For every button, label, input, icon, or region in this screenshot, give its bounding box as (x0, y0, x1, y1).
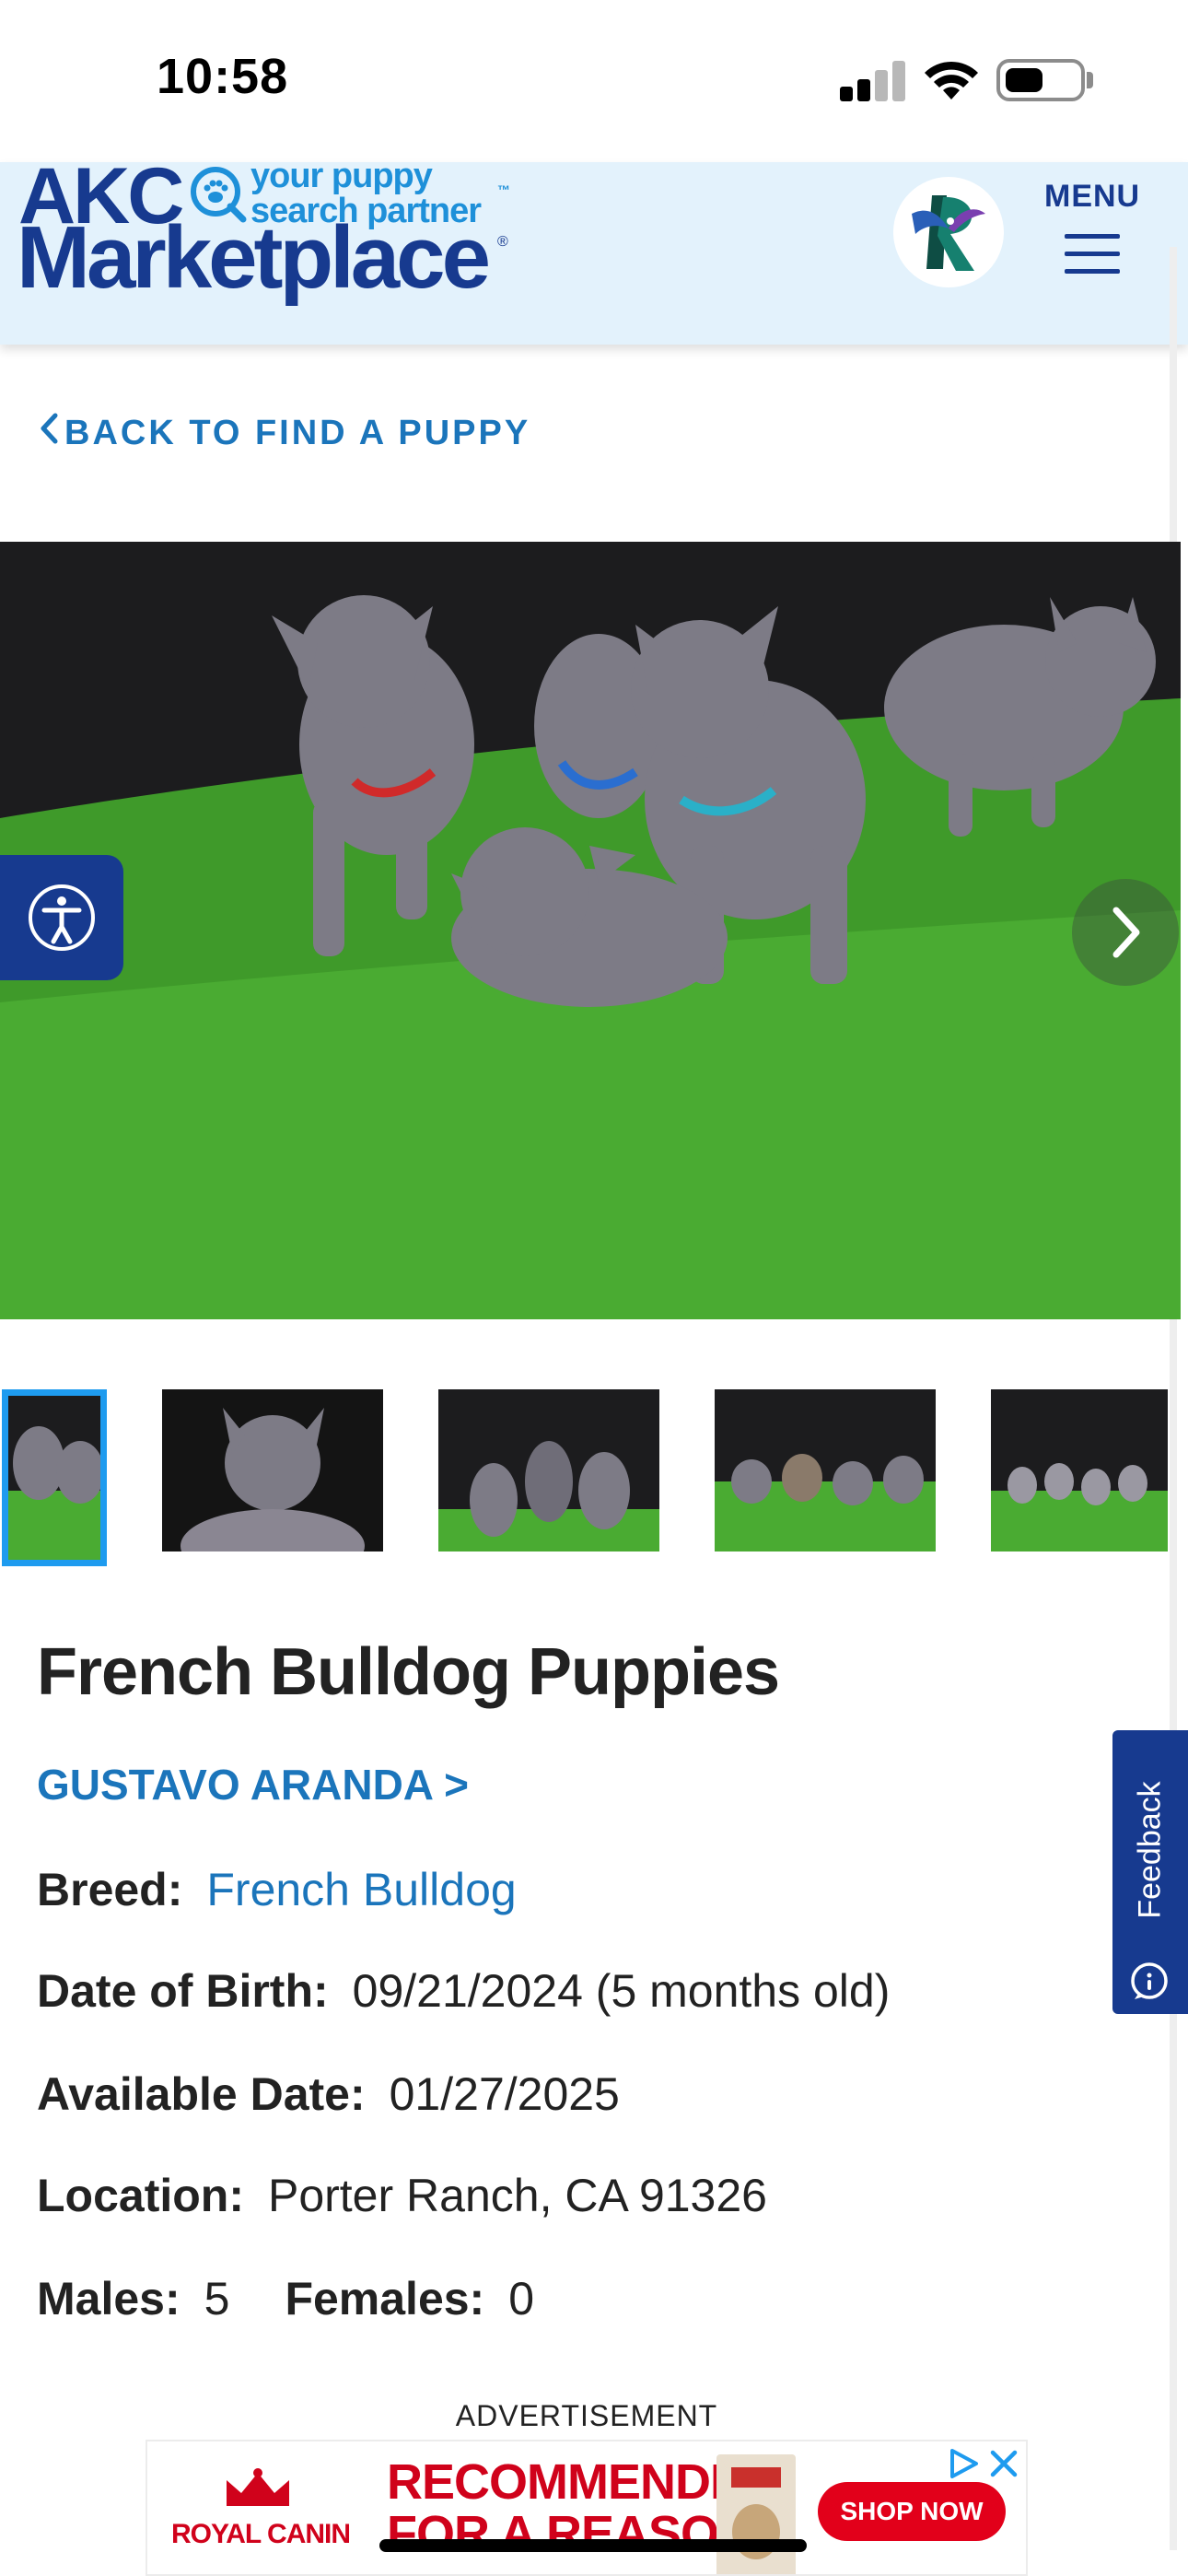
breed-link[interactable]: French Bulldog (206, 1864, 516, 1915)
ad-product-image (716, 2454, 796, 2574)
home-indicator[interactable] (379, 2539, 807, 2552)
signal-icon (840, 61, 906, 101)
chevron-right-icon (1112, 907, 1140, 958)
thumbnail-2[interactable] (162, 1389, 383, 1551)
feedback-label: Feedback (1132, 1781, 1168, 1919)
breed-label: Breed: (37, 1864, 183, 1915)
ad-brand: ROYAL CANIN (171, 2519, 351, 2549)
crown-icon (227, 2468, 289, 2506)
breeder-avatar[interactable] (893, 177, 1004, 287)
menu-icon[interactable] (1065, 234, 1120, 275)
thumbnail-3[interactable] (438, 1389, 659, 1551)
registered-mark: ® (497, 234, 508, 250)
trademark-mark: ™ (497, 182, 510, 197)
date-of-birth-value: 09/21/2024 (5 months old) (352, 1965, 891, 2017)
accessibility-icon (29, 884, 95, 951)
location-value: Porter Ranch, CA 91326 (267, 2170, 767, 2221)
males-value: 5 (204, 2273, 230, 2324)
females-value: 0 (508, 2273, 535, 2324)
battery-tip (1087, 72, 1093, 88)
available-date-label: Available Date: (37, 2068, 366, 2120)
site-header: AKC your puppy search partner ™ Marketpl… (0, 157, 1188, 345)
breeder-link[interactable]: GUSTAVO ARANDA > (37, 1760, 469, 1809)
thumbnail-4[interactable] (715, 1389, 936, 1551)
breed-row: Breed: French Bulldog (37, 1863, 517, 1916)
feedback-icon (1131, 1962, 1168, 1999)
gallery-next-button[interactable] (1072, 879, 1179, 986)
chevron-left-icon (39, 413, 59, 453)
logo-tagline-line1: your puppy (250, 157, 433, 195)
location-label: Location: (37, 2170, 244, 2221)
back-link-label: BACK TO FIND A PUPPY (64, 414, 531, 452)
back-to-find-puppy-link[interactable]: BACK TO FIND A PUPPY (39, 413, 530, 453)
date-of-birth-row: Date of Birth: 09/21/2024 (5 months old) (37, 1964, 890, 2018)
battery-icon (996, 59, 1085, 101)
available-date-row: Available Date: 01/27/2025 (37, 2067, 620, 2121)
breeder-logo-icon (912, 195, 985, 271)
hero-photo[interactable] (0, 542, 1181, 1319)
accessibility-button[interactable] (0, 855, 123, 980)
shop-now-button[interactable]: SHOP NOW (818, 2482, 1006, 2541)
status-time: 10:58 (157, 49, 289, 104)
advertisement-label: ADVERTISEMENT (455, 2399, 718, 2432)
wifi-icon (925, 61, 978, 100)
available-date-value: 01/27/2025 (389, 2068, 620, 2120)
logo-marketplace[interactable]: Marketplace (17, 214, 491, 302)
gallery-thumbnails (0, 1389, 1188, 1566)
close-icon[interactable] (987, 2447, 1020, 2480)
thumbnail-1[interactable] (2, 1389, 107, 1566)
ad-choices-icon[interactable] (945, 2447, 982, 2480)
status-bar: 10:58 (0, 0, 1188, 162)
feedback-tab[interactable]: Feedback (1112, 1730, 1188, 2014)
listing-title: French Bulldog Puppies (37, 1635, 780, 1709)
menu-label[interactable]: MENU (1044, 179, 1140, 215)
date-of-birth-label: Date of Birth: (37, 1965, 329, 2017)
location-row: Location: Porter Ranch, CA 91326 (37, 2169, 767, 2222)
litter-count-row: Males: 5 Females: 0 (37, 2272, 534, 2325)
listing-page: 10:58 AKC your puppy search partner ™ Ma… (0, 0, 1188, 2576)
thumbnail-5[interactable] (991, 1389, 1168, 1551)
females-label: Females: (285, 2273, 485, 2324)
males-label: Males: (37, 2273, 181, 2324)
ad-banner[interactable]: ROYAL CANIN RECOMMENDED FOR A REASON SHO… (146, 2440, 1028, 2576)
